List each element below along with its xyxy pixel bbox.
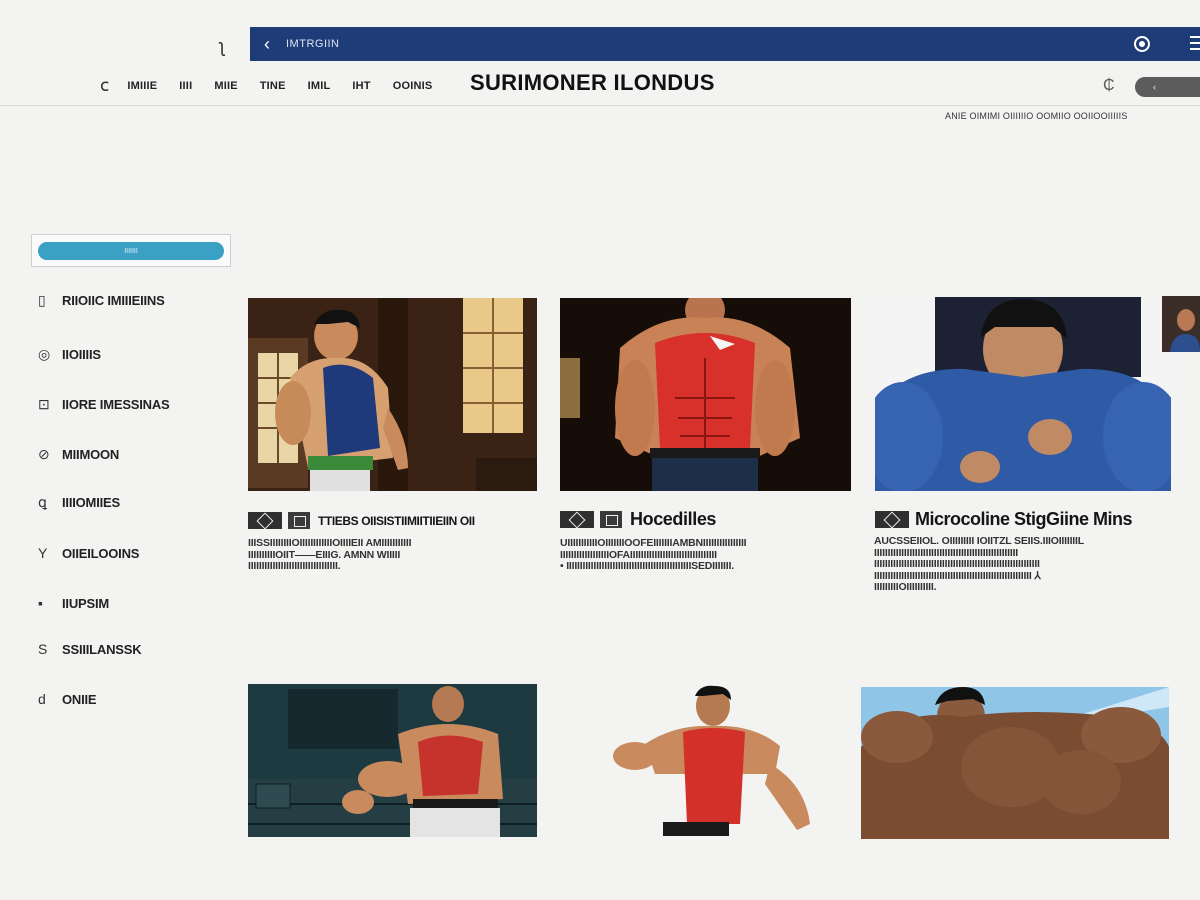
d-icon: d	[38, 691, 46, 707]
s-icon: S	[38, 641, 48, 657]
image-icon[interactable]	[288, 512, 310, 529]
search-box	[31, 234, 231, 267]
card-3-meta: Microcoline StigGiine Mins	[875, 509, 1133, 530]
sidebar-item-label: MIIMOON	[62, 446, 120, 462]
desc-line: IIIIIIIIIIIIIIIIIIIIIIIIIIIIIIIII.	[248, 560, 341, 572]
target-icon[interactable]	[1134, 36, 1150, 52]
site-title: SURIMONER ILONDUS	[470, 70, 715, 95]
nav-item-3[interactable]: MIIE	[214, 80, 237, 92]
menu-icon[interactable]	[1190, 36, 1200, 50]
desc-line: IIISSIIIIIIIIOIIIIIIIIIIIIOIIIIEII AMIII…	[248, 538, 412, 549]
card-2-title[interactable]: Hocedilles	[630, 509, 716, 530]
tag-icon[interactable]	[875, 511, 909, 528]
tag-icon[interactable]	[248, 512, 282, 529]
address-bar[interactable]: ‹ IMTRGIIN	[250, 27, 1200, 61]
account-pill-button[interactable]: ‹	[1135, 77, 1200, 97]
sidebar-item-label: IIOIIIIS	[62, 346, 101, 362]
nav-item-2[interactable]: IIII	[179, 80, 192, 92]
url-text[interactable]: IMTRGIIN	[286, 38, 340, 50]
nav-item-1[interactable]: IMIIIE	[127, 80, 157, 92]
desc-line: AUCSSEIIOL. OIIIIIIIII IOIITZL SEIIS.III…	[874, 536, 1084, 547]
sidebar-item-8[interactable]: S SSIIILANSSK	[38, 638, 142, 660]
sidebar-item-label: IIIIOMIIES	[62, 494, 120, 510]
fork-icon: Y	[38, 545, 48, 561]
card-1-meta: TTIEBS OIISISTIIMIITIIEIIN OII	[248, 512, 475, 529]
sidebar-item-9[interactable]: d ONIIE	[38, 688, 97, 710]
top-nav: ⅽ IMIIIE IIII MIIE TINE IMIL IHT OOINIS	[100, 74, 454, 98]
card-2-image[interactable]	[560, 298, 851, 491]
box-icon: ⊡	[38, 395, 50, 412]
card-2-desc: UIIIIIIIIIIIOIIIIIIIOOFEIIIIIIIAMBNIIIII…	[560, 538, 842, 573]
sidebar-item-2[interactable]: ◎ IIOIIIIS	[38, 343, 101, 365]
sub-nav-links[interactable]: ANIE OIMIMI OIIIIIIO OOMIIO OOIIOOIIIIIS	[945, 111, 1128, 121]
nav-item-4[interactable]: TINE	[260, 80, 286, 92]
card-1-desc: IIISSIIIIIIIIOIIIIIIIIIIIIOIIIIEII AMIII…	[248, 538, 510, 573]
currency-icon[interactable]: ₵	[1103, 77, 1115, 95]
block-icon: ▪	[38, 595, 43, 611]
sidebar-item-3[interactable]: ⊡ IIORE IMESSINAS	[38, 393, 170, 415]
sidebar-item-label: OIIEILOOINS	[62, 545, 140, 561]
card-1-title[interactable]: TTIEBS OIISISTIIMIITIIEIIN OII	[318, 514, 475, 528]
desc-line: • IIIIIIIIIIIIIIIIIIIIIIIIIIIIIIIIIIIIII…	[560, 560, 734, 572]
sidebar-item-label: ONIIE	[62, 691, 97, 707]
card-2-meta: Hocedilles	[560, 509, 716, 530]
sidebar-item-label: IIORE IMESSINAS	[62, 396, 170, 412]
nav-item-7[interactable]: OOINIS	[393, 80, 433, 92]
swirl-icon[interactable]: ⅽ	[100, 76, 109, 96]
hook-icon: ꝗ	[38, 493, 47, 510]
header-divider	[0, 105, 1200, 106]
sidebar-item-5[interactable]: ꝗ IIIIOMIIES	[38, 491, 120, 513]
desc-line: IIIIIIIIIIIIIIIIIIIIIIIIIIIIIIIIIIIIIIII…	[874, 558, 1040, 570]
square-icon: ▯	[38, 291, 46, 308]
tag-icon[interactable]	[560, 511, 594, 528]
chevron-left-icon[interactable]: ‹	[252, 34, 282, 55]
card-1-image[interactable]	[248, 298, 537, 491]
card-7-image[interactable]	[861, 687, 1169, 839]
card-5-image[interactable]	[248, 684, 537, 837]
card-3-title[interactable]: Microcoline StigGiine Mins	[915, 509, 1133, 530]
search-input[interactable]	[38, 242, 224, 260]
nav-item-6[interactable]: IHT	[352, 80, 370, 92]
sidebar-item-6[interactable]: Y OIIEILOOINS	[38, 542, 139, 564]
nav-item-5[interactable]: IMIL	[308, 80, 331, 92]
sidebar-item-label: IIUPSIM	[62, 595, 109, 611]
card-6-image[interactable]	[605, 684, 820, 840]
desc-line: IIIIIIIIIOIIIIIIIIII.	[874, 581, 937, 593]
sidebar-item-1[interactable]: ▯ RIIOIIC IMIIIEIINS	[38, 289, 165, 311]
corner-glyph: ʅ	[220, 36, 224, 56]
sidebar-item-4[interactable]: ⊘ MIIMOON	[38, 443, 119, 465]
sidebar-item-7[interactable]: ▪ IIUPSIM	[38, 592, 109, 614]
sidebar-item-label: SSIIILANSSK	[62, 641, 142, 657]
desc-line: UIIIIIIIIIIIOIIIIIIIOOFEIIIIIIIAMBNIIIII…	[560, 538, 747, 549]
image-icon[interactable]	[600, 511, 622, 528]
sidebar-item-label: RIIOIIC IMIIIEIINS	[62, 292, 165, 308]
card-3-desc: AUCSSEIIOL. OIIIIIIIII IOIITZL SEIIS.III…	[874, 536, 1174, 594]
card-3-image[interactable]	[875, 297, 1171, 491]
card-4-thumbnail[interactable]	[1162, 296, 1200, 352]
slash-circle-icon: ⊘	[38, 445, 50, 462]
circle-icon: ◎	[38, 345, 51, 362]
